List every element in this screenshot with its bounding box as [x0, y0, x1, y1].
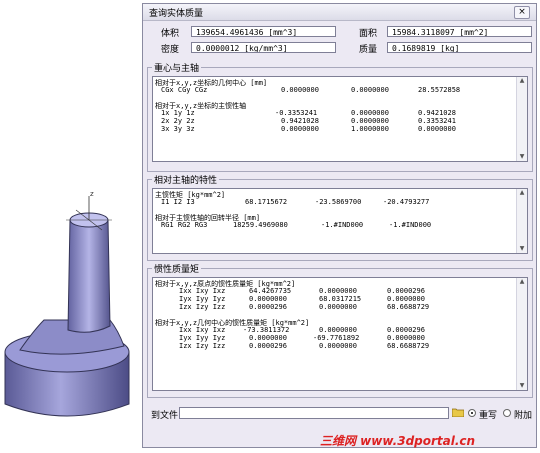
inertia-row-label: Ixx Ixy Ixz	[179, 326, 226, 334]
svg-text:z: z	[90, 190, 94, 198]
axis-value: 0.9421028	[418, 109, 456, 117]
axis-value: 0.3353241	[418, 117, 456, 125]
append-label: 附加	[514, 411, 533, 421]
axis-value: 0.0000000	[281, 125, 319, 133]
axis-value: 0.9421028	[281, 117, 319, 125]
file-path-input[interactable]	[179, 407, 449, 419]
principal-scrollbar[interactable]: ▲ ▼	[516, 189, 527, 253]
axis-row-label: 1x 1y 1z	[161, 109, 195, 117]
inertia-value: -69.7761892	[313, 334, 360, 342]
dialog-title: 查询实体质量	[149, 9, 204, 19]
inertia-value: 0.0000296	[249, 303, 287, 311]
mass-properties-dialog: 查询实体质量 × 体积 139654.4961436 [mm^3] 面积 159…	[142, 3, 537, 448]
inertia-value: 0.0000000	[319, 342, 357, 350]
inertia-group-title: 惯性质量矩	[152, 262, 202, 275]
close-button[interactable]: ×	[514, 6, 530, 19]
area-label: 面积	[359, 29, 378, 39]
centroid-text-box: 相对于x,y,z坐标的几何中心 [mm] CGx CGy CGz 0.00000…	[152, 76, 528, 162]
radius-value: -1.#IND000	[321, 221, 364, 229]
bottle-3d-model: z	[4, 190, 130, 417]
centroid-group: 重心与主轴 相对于x,y,z坐标的几何中心 [mm] CGx CGy CGz 0…	[147, 61, 533, 172]
inertia-value: 0.0000000	[249, 334, 287, 342]
inertia-value: 68.6688729	[387, 342, 430, 350]
axis-row-label: 2x 2y 2z	[161, 117, 195, 125]
inertia-row-label: Izx Izy Izz	[179, 342, 226, 350]
moments-label: I1 I2 I3	[161, 198, 195, 206]
moment-value: -20.4793277	[383, 198, 430, 206]
principal-text-box: 主惯性矩 [kg*mm^2] I1 I2 I3 68.1715672 -23.5…	[152, 188, 528, 254]
scroll-down-icon[interactable]: ▼	[518, 245, 526, 253]
centroid-group-title: 重心与主轴	[152, 61, 202, 74]
to-file-label: 到文件	[151, 411, 179, 421]
folder-icon[interactable]	[452, 407, 464, 417]
inertia-value: 0.0000000	[249, 295, 287, 303]
axis-value: -0.3353241	[275, 109, 318, 117]
inertia-text-box: 相对于x,y,z原点的惯性质量矩 [kg*mm^2] Ixx Ixy Ixz 6…	[152, 277, 528, 391]
principal-group: 相对主轴的特性 主惯性矩 [kg*mm^2] I1 I2 I3 68.17156…	[147, 173, 533, 261]
cog-label: CGx CGy CGz	[161, 86, 208, 94]
cog-z: 28.5572858	[418, 86, 461, 94]
inertia-value: 64.4267735	[249, 287, 292, 295]
inertia-scrollbar[interactable]: ▲ ▼	[516, 278, 527, 390]
area-field: 15984.3118097 [mm^2]	[387, 26, 532, 37]
moment-value: -23.5869700	[315, 198, 362, 206]
volume-label: 体积	[161, 29, 180, 39]
axis-value: 1.0000000	[351, 125, 389, 133]
inertia-value: 0.0000296	[387, 326, 425, 334]
scroll-up-icon[interactable]: ▲	[518, 189, 526, 197]
density-label: 密度	[161, 45, 180, 55]
axis-value: 0.0000000	[418, 125, 456, 133]
inertia-row-label: Iyx Iyy Iyz	[179, 334, 226, 342]
append-radio[interactable]	[503, 409, 511, 417]
inertia-value: 68.6688729	[387, 303, 430, 311]
axis-row-label: 3x 3y 3z	[161, 125, 195, 133]
overwrite-label: 重写	[479, 411, 498, 421]
density-field[interactable]: 0.0000012 [kg/mm^3]	[191, 42, 336, 53]
principal-group-title: 相对主轴的特性	[152, 173, 220, 186]
inertia-value: -73.3811372	[243, 326, 290, 334]
scroll-down-icon[interactable]: ▼	[518, 382, 526, 390]
inertia-value: 0.0000000	[319, 287, 357, 295]
moment-value: 68.1715672	[245, 198, 288, 206]
cog-x: 0.0000000	[281, 86, 319, 94]
inertia-value: 0.0000000	[387, 295, 425, 303]
radius-value: -1.#IND000	[389, 221, 432, 229]
title-bar: 查询实体质量 ×	[143, 4, 536, 21]
overwrite-radio[interactable]	[468, 409, 476, 417]
inertia-value: 68.0317215	[319, 295, 362, 303]
inertia-value: 0.0000000	[319, 303, 357, 311]
scroll-up-icon[interactable]: ▲	[518, 77, 526, 85]
axis-value: 0.0000000	[351, 117, 389, 125]
radius-value: 18259.4969080	[233, 221, 288, 229]
mass-field: 0.1689819 [kg]	[387, 42, 532, 53]
inertia-value: 0.0000296	[387, 287, 425, 295]
inertia-value: 0.0000000	[387, 334, 425, 342]
volume-field: 139654.4961436 [mm^3]	[191, 26, 336, 37]
cog-y: 0.0000000	[351, 86, 389, 94]
inertia-value: 0.0000000	[319, 326, 357, 334]
watermark: 三维网 www.3dportal.cn	[320, 434, 476, 448]
scroll-up-icon[interactable]: ▲	[518, 278, 526, 286]
inertia-group: 惯性质量矩 相对于x,y,z原点的惯性质量矩 [kg*mm^2] Ixx Ixy…	[147, 262, 533, 398]
centroid-scrollbar[interactable]: ▲ ▼	[516, 77, 527, 161]
inertia-row-label: Iyx Iyy Iyz	[179, 295, 226, 303]
axis-value: 0.0000000	[351, 109, 389, 117]
scroll-down-icon[interactable]: ▼	[518, 153, 526, 161]
radii-label: RG1 RG2 RG3	[161, 221, 208, 229]
inertia-row-label: Izx Izy Izz	[179, 303, 226, 311]
inertia-value: 0.0000296	[249, 342, 287, 350]
mass-label: 质量	[359, 45, 378, 55]
inertia-row-label: Ixx Ixy Ixz	[179, 287, 226, 295]
